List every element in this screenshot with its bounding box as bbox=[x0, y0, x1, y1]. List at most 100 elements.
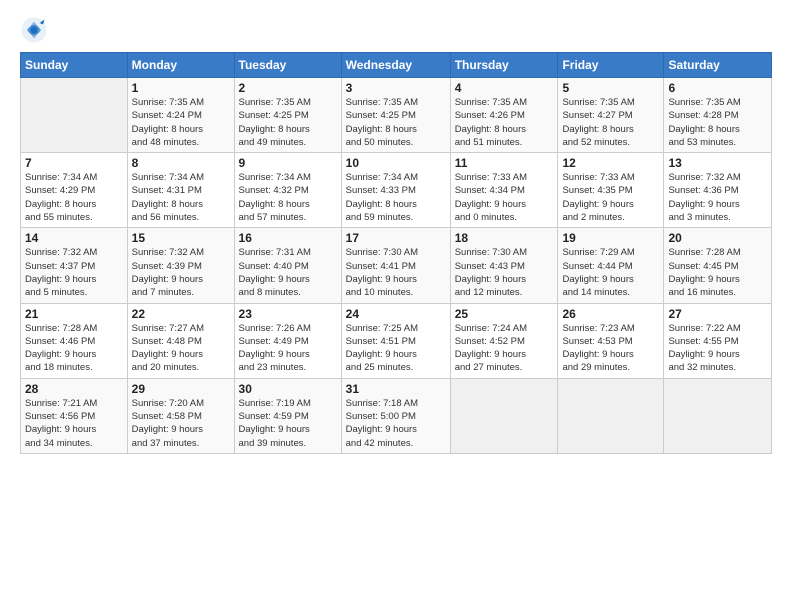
logo bbox=[20, 16, 52, 44]
day-number: 14 bbox=[25, 231, 123, 245]
weekday-header-saturday: Saturday bbox=[664, 53, 772, 78]
day-info: Sunrise: 7:21 AM Sunset: 4:56 PM Dayligh… bbox=[25, 397, 123, 450]
calendar-cell: 27Sunrise: 7:22 AM Sunset: 4:55 PM Dayli… bbox=[664, 303, 772, 378]
day-number: 9 bbox=[239, 156, 337, 170]
day-number: 19 bbox=[562, 231, 659, 245]
calendar-table: SundayMondayTuesdayWednesdayThursdayFrid… bbox=[20, 52, 772, 454]
day-info: Sunrise: 7:22 AM Sunset: 4:55 PM Dayligh… bbox=[668, 322, 767, 375]
day-info: Sunrise: 7:35 AM Sunset: 4:27 PM Dayligh… bbox=[562, 96, 659, 149]
day-info: Sunrise: 7:26 AM Sunset: 4:49 PM Dayligh… bbox=[239, 322, 337, 375]
day-info: Sunrise: 7:28 AM Sunset: 4:45 PM Dayligh… bbox=[668, 246, 767, 299]
day-info: Sunrise: 7:24 AM Sunset: 4:52 PM Dayligh… bbox=[455, 322, 554, 375]
calendar-cell: 18Sunrise: 7:30 AM Sunset: 4:43 PM Dayli… bbox=[450, 228, 558, 303]
calendar-cell: 16Sunrise: 7:31 AM Sunset: 4:40 PM Dayli… bbox=[234, 228, 341, 303]
calendar-week-2: 7Sunrise: 7:34 AM Sunset: 4:29 PM Daylig… bbox=[21, 153, 772, 228]
day-info: Sunrise: 7:20 AM Sunset: 4:58 PM Dayligh… bbox=[132, 397, 230, 450]
day-number: 22 bbox=[132, 307, 230, 321]
weekday-header-thursday: Thursday bbox=[450, 53, 558, 78]
calendar-week-5: 28Sunrise: 7:21 AM Sunset: 4:56 PM Dayli… bbox=[21, 378, 772, 453]
calendar-cell: 23Sunrise: 7:26 AM Sunset: 4:49 PM Dayli… bbox=[234, 303, 341, 378]
day-info: Sunrise: 7:32 AM Sunset: 4:37 PM Dayligh… bbox=[25, 246, 123, 299]
day-number: 10 bbox=[346, 156, 446, 170]
calendar-cell: 3Sunrise: 7:35 AM Sunset: 4:25 PM Daylig… bbox=[341, 78, 450, 153]
calendar-cell: 22Sunrise: 7:27 AM Sunset: 4:48 PM Dayli… bbox=[127, 303, 234, 378]
day-info: Sunrise: 7:32 AM Sunset: 4:36 PM Dayligh… bbox=[668, 171, 767, 224]
weekday-header-monday: Monday bbox=[127, 53, 234, 78]
calendar-cell bbox=[21, 78, 128, 153]
calendar-cell: 4Sunrise: 7:35 AM Sunset: 4:26 PM Daylig… bbox=[450, 78, 558, 153]
calendar-cell bbox=[558, 378, 664, 453]
day-info: Sunrise: 7:34 AM Sunset: 4:29 PM Dayligh… bbox=[25, 171, 123, 224]
day-number: 3 bbox=[346, 81, 446, 95]
day-number: 1 bbox=[132, 81, 230, 95]
day-number: 11 bbox=[455, 156, 554, 170]
logo-icon bbox=[20, 16, 48, 44]
day-info: Sunrise: 7:23 AM Sunset: 4:53 PM Dayligh… bbox=[562, 322, 659, 375]
day-number: 12 bbox=[562, 156, 659, 170]
day-info: Sunrise: 7:31 AM Sunset: 4:40 PM Dayligh… bbox=[239, 246, 337, 299]
day-info: Sunrise: 7:19 AM Sunset: 4:59 PM Dayligh… bbox=[239, 397, 337, 450]
calendar-cell: 17Sunrise: 7:30 AM Sunset: 4:41 PM Dayli… bbox=[341, 228, 450, 303]
calendar-cell: 10Sunrise: 7:34 AM Sunset: 4:33 PM Dayli… bbox=[341, 153, 450, 228]
day-info: Sunrise: 7:35 AM Sunset: 4:24 PM Dayligh… bbox=[132, 96, 230, 149]
calendar-cell: 2Sunrise: 7:35 AM Sunset: 4:25 PM Daylig… bbox=[234, 78, 341, 153]
calendar-cell: 24Sunrise: 7:25 AM Sunset: 4:51 PM Dayli… bbox=[341, 303, 450, 378]
day-info: Sunrise: 7:25 AM Sunset: 4:51 PM Dayligh… bbox=[346, 322, 446, 375]
day-number: 4 bbox=[455, 81, 554, 95]
page-header bbox=[20, 16, 772, 44]
calendar-cell: 7Sunrise: 7:34 AM Sunset: 4:29 PM Daylig… bbox=[21, 153, 128, 228]
calendar-cell: 20Sunrise: 7:28 AM Sunset: 4:45 PM Dayli… bbox=[664, 228, 772, 303]
day-number: 27 bbox=[668, 307, 767, 321]
day-number: 31 bbox=[346, 382, 446, 396]
calendar-cell: 28Sunrise: 7:21 AM Sunset: 4:56 PM Dayli… bbox=[21, 378, 128, 453]
day-number: 2 bbox=[239, 81, 337, 95]
day-number: 26 bbox=[562, 307, 659, 321]
calendar-week-1: 1Sunrise: 7:35 AM Sunset: 4:24 PM Daylig… bbox=[21, 78, 772, 153]
day-number: 30 bbox=[239, 382, 337, 396]
weekday-header-friday: Friday bbox=[558, 53, 664, 78]
day-info: Sunrise: 7:34 AM Sunset: 4:31 PM Dayligh… bbox=[132, 171, 230, 224]
calendar-cell: 8Sunrise: 7:34 AM Sunset: 4:31 PM Daylig… bbox=[127, 153, 234, 228]
weekday-header-sunday: Sunday bbox=[21, 53, 128, 78]
day-info: Sunrise: 7:30 AM Sunset: 4:41 PM Dayligh… bbox=[346, 246, 446, 299]
calendar-cell: 21Sunrise: 7:28 AM Sunset: 4:46 PM Dayli… bbox=[21, 303, 128, 378]
calendar-cell: 30Sunrise: 7:19 AM Sunset: 4:59 PM Dayli… bbox=[234, 378, 341, 453]
day-number: 18 bbox=[455, 231, 554, 245]
day-number: 29 bbox=[132, 382, 230, 396]
day-info: Sunrise: 7:34 AM Sunset: 4:33 PM Dayligh… bbox=[346, 171, 446, 224]
day-info: Sunrise: 7:33 AM Sunset: 4:35 PM Dayligh… bbox=[562, 171, 659, 224]
calendar-cell: 9Sunrise: 7:34 AM Sunset: 4:32 PM Daylig… bbox=[234, 153, 341, 228]
day-number: 7 bbox=[25, 156, 123, 170]
day-info: Sunrise: 7:35 AM Sunset: 4:26 PM Dayligh… bbox=[455, 96, 554, 149]
day-number: 13 bbox=[668, 156, 767, 170]
day-number: 5 bbox=[562, 81, 659, 95]
day-info: Sunrise: 7:35 AM Sunset: 4:28 PM Dayligh… bbox=[668, 96, 767, 149]
weekday-header-tuesday: Tuesday bbox=[234, 53, 341, 78]
day-number: 20 bbox=[668, 231, 767, 245]
day-number: 8 bbox=[132, 156, 230, 170]
day-info: Sunrise: 7:35 AM Sunset: 4:25 PM Dayligh… bbox=[239, 96, 337, 149]
calendar-cell: 15Sunrise: 7:32 AM Sunset: 4:39 PM Dayli… bbox=[127, 228, 234, 303]
day-number: 17 bbox=[346, 231, 446, 245]
day-number: 28 bbox=[25, 382, 123, 396]
day-info: Sunrise: 7:27 AM Sunset: 4:48 PM Dayligh… bbox=[132, 322, 230, 375]
calendar-cell: 19Sunrise: 7:29 AM Sunset: 4:44 PM Dayli… bbox=[558, 228, 664, 303]
calendar-cell: 29Sunrise: 7:20 AM Sunset: 4:58 PM Dayli… bbox=[127, 378, 234, 453]
day-number: 25 bbox=[455, 307, 554, 321]
weekday-header-wednesday: Wednesday bbox=[341, 53, 450, 78]
calendar-cell: 25Sunrise: 7:24 AM Sunset: 4:52 PM Dayli… bbox=[450, 303, 558, 378]
day-info: Sunrise: 7:32 AM Sunset: 4:39 PM Dayligh… bbox=[132, 246, 230, 299]
calendar-cell: 5Sunrise: 7:35 AM Sunset: 4:27 PM Daylig… bbox=[558, 78, 664, 153]
day-info: Sunrise: 7:18 AM Sunset: 5:00 PM Dayligh… bbox=[346, 397, 446, 450]
calendar-cell: 6Sunrise: 7:35 AM Sunset: 4:28 PM Daylig… bbox=[664, 78, 772, 153]
calendar-cell: 31Sunrise: 7:18 AM Sunset: 5:00 PM Dayli… bbox=[341, 378, 450, 453]
day-number: 6 bbox=[668, 81, 767, 95]
weekday-header-row: SundayMondayTuesdayWednesdayThursdayFrid… bbox=[21, 53, 772, 78]
calendar-week-3: 14Sunrise: 7:32 AM Sunset: 4:37 PM Dayli… bbox=[21, 228, 772, 303]
day-info: Sunrise: 7:30 AM Sunset: 4:43 PM Dayligh… bbox=[455, 246, 554, 299]
calendar-cell: 14Sunrise: 7:32 AM Sunset: 4:37 PM Dayli… bbox=[21, 228, 128, 303]
calendar-cell: 1Sunrise: 7:35 AM Sunset: 4:24 PM Daylig… bbox=[127, 78, 234, 153]
day-info: Sunrise: 7:34 AM Sunset: 4:32 PM Dayligh… bbox=[239, 171, 337, 224]
day-info: Sunrise: 7:33 AM Sunset: 4:34 PM Dayligh… bbox=[455, 171, 554, 224]
day-number: 16 bbox=[239, 231, 337, 245]
